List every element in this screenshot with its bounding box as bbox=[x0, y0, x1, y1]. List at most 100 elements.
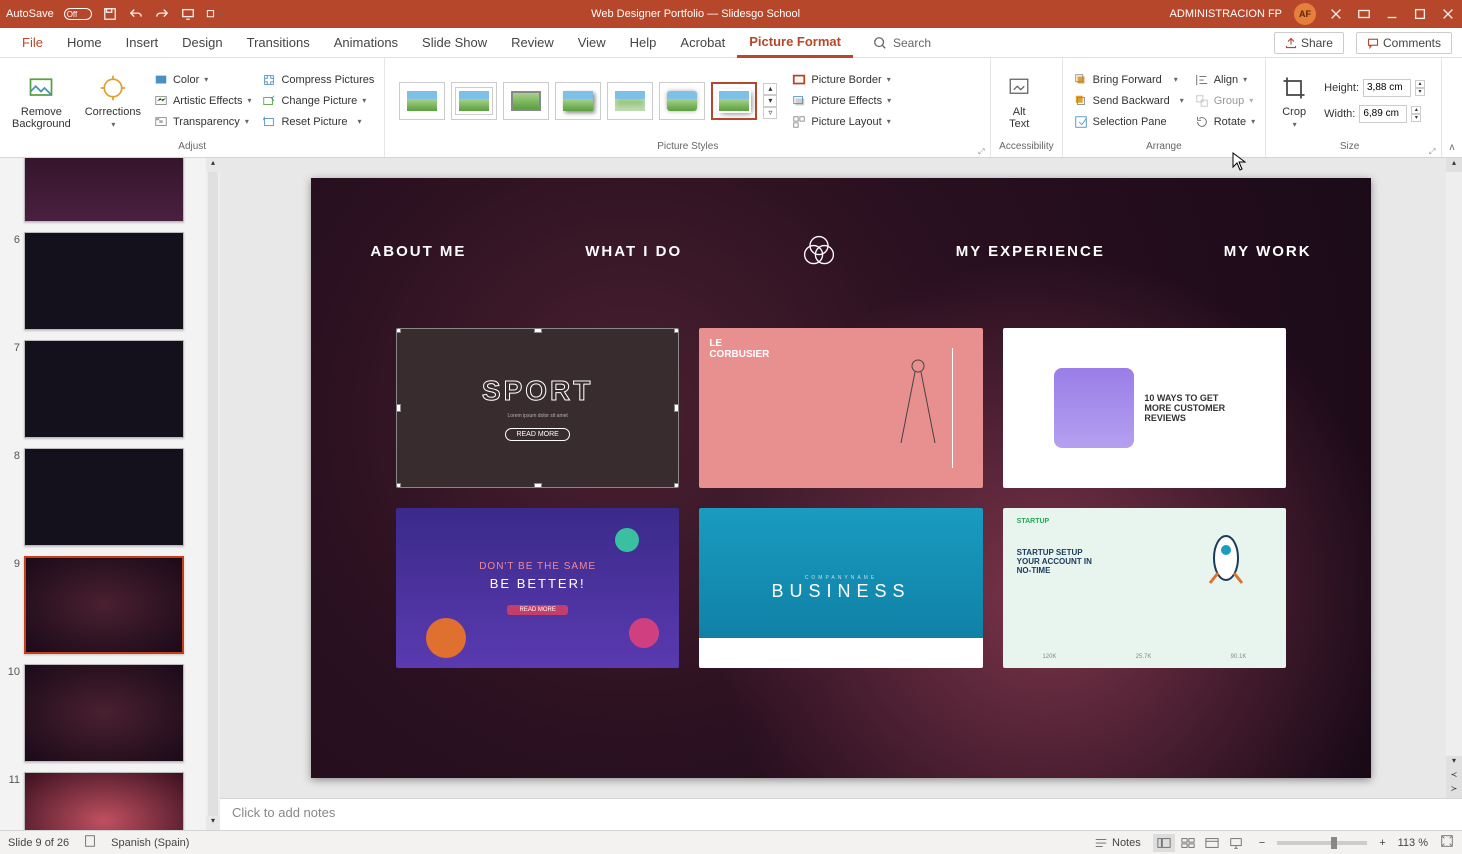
picture-layout-button[interactable]: Picture Layout▾ bbox=[789, 113, 893, 131]
card-corbusier[interactable]: LE CORBUSIER bbox=[699, 328, 982, 488]
share-button[interactable]: Share bbox=[1274, 32, 1344, 54]
color-button[interactable]: Color▾ bbox=[151, 71, 254, 89]
reading-view-icon[interactable] bbox=[1201, 834, 1223, 852]
autosave-toggle[interactable]: Off bbox=[64, 8, 92, 20]
tab-design[interactable]: Design bbox=[170, 28, 234, 57]
tab-review[interactable]: Review bbox=[499, 28, 566, 57]
save-icon[interactable] bbox=[102, 6, 118, 22]
accessibility-icon[interactable] bbox=[83, 834, 97, 851]
style-item-5[interactable] bbox=[607, 82, 653, 120]
zoom-in-icon[interactable]: + bbox=[1379, 837, 1385, 849]
thumb-scrollbar[interactable]: ▴▾ bbox=[206, 158, 220, 830]
style-item-7[interactable] bbox=[711, 82, 757, 120]
card-reviews[interactable]: 10 WAYS TO GET MORE CUSTOMER REVIEWS bbox=[1003, 328, 1286, 488]
slide-nav: ABOUT ME WHAT I DO MY EXPERIENCE MY WORK bbox=[311, 233, 1371, 269]
thumb-10[interactable] bbox=[24, 664, 184, 762]
tab-help[interactable]: Help bbox=[618, 28, 669, 57]
ribbon-mode-icon[interactable] bbox=[1356, 6, 1372, 22]
style-item-1[interactable] bbox=[399, 82, 445, 120]
thumb-11[interactable] bbox=[24, 772, 184, 830]
minimize-icon[interactable] bbox=[1384, 6, 1400, 22]
canvas-scrollbar[interactable]: ▴▾ ≺≻ bbox=[1446, 158, 1462, 798]
thumb-6[interactable] bbox=[24, 232, 184, 330]
selection-pane-button[interactable]: Selection Pane bbox=[1071, 113, 1186, 131]
notes-toggle[interactable]: Notes bbox=[1094, 836, 1141, 850]
collapse-ribbon-icon[interactable]: ʌ bbox=[1450, 142, 1455, 153]
tab-slideshow[interactable]: Slide Show bbox=[410, 28, 499, 57]
normal-view-icon[interactable] bbox=[1153, 834, 1175, 852]
tab-insert[interactable]: Insert bbox=[114, 28, 171, 57]
zoom-slider[interactable] bbox=[1277, 841, 1367, 845]
tab-animations[interactable]: Animations bbox=[322, 28, 410, 57]
thumb-9[interactable] bbox=[24, 556, 184, 654]
styles-gallery[interactable]: ▴▾▿ bbox=[393, 76, 783, 126]
card-sport[interactable]: SPORT Lorem ipsum dolor sit amet READ MO… bbox=[396, 328, 679, 488]
thumb-8[interactable] bbox=[24, 448, 184, 546]
from-beginning-icon[interactable] bbox=[180, 6, 196, 22]
alt-text-button[interactable]: Alt Text bbox=[999, 70, 1039, 132]
gallery-scroll[interactable]: ▴▾▿ bbox=[763, 83, 777, 119]
rotate-button[interactable]: Rotate▾ bbox=[1192, 113, 1257, 131]
style-item-4[interactable] bbox=[555, 82, 601, 120]
crop-button[interactable]: Crop▾ bbox=[1274, 70, 1314, 131]
picture-border-button[interactable]: Picture Border▾ bbox=[789, 71, 893, 89]
width-spinner[interactable]: ▴▾ bbox=[1411, 106, 1421, 122]
slide-canvas[interactable]: ABOUT ME WHAT I DO MY EXPERIENCE MY WORK bbox=[311, 178, 1371, 778]
slide-indicator[interactable]: Slide 9 of 26 bbox=[8, 837, 69, 849]
close-icon[interactable] bbox=[1440, 6, 1456, 22]
redo-icon[interactable] bbox=[154, 6, 170, 22]
zoom-level[interactable]: 113 % bbox=[1398, 837, 1428, 849]
thumb-5[interactable] bbox=[24, 158, 184, 222]
group-adjust: Remove Background Corrections▾ Color▾ Ar… bbox=[0, 58, 385, 157]
reset-picture-button[interactable]: Reset Picture▾ bbox=[259, 113, 376, 131]
user-avatar[interactable]: AF bbox=[1294, 3, 1316, 25]
compress-pictures-button[interactable]: Compress Pictures bbox=[259, 71, 376, 89]
size-launcher-icon[interactable]: ⤢ bbox=[1429, 147, 1439, 157]
bring-forward-button[interactable]: Bring Forward▾ bbox=[1071, 71, 1186, 89]
nav-what: WHAT I DO bbox=[585, 243, 682, 260]
send-backward-button[interactable]: Send Backward▾ bbox=[1071, 92, 1186, 110]
card-business[interactable]: COMPANYNAME BUSINESS bbox=[699, 508, 982, 668]
ribbon-display-icon[interactable] bbox=[1328, 6, 1344, 22]
transparency-button[interactable]: Transparency▾ bbox=[151, 113, 254, 131]
sorter-view-icon[interactable] bbox=[1177, 834, 1199, 852]
view-buttons bbox=[1153, 834, 1247, 852]
canvas-wrap: ABOUT ME WHAT I DO MY EXPERIENCE MY WORK bbox=[220, 158, 1462, 830]
corrections-button[interactable]: Corrections▾ bbox=[81, 70, 145, 131]
tab-picture-format[interactable]: Picture Format bbox=[737, 29, 853, 58]
fit-to-window-icon[interactable] bbox=[1440, 834, 1454, 851]
notes-pane[interactable]: Click to add notes bbox=[220, 798, 1462, 830]
height-input[interactable] bbox=[1363, 79, 1411, 97]
language-indicator[interactable]: Spanish (Spain) bbox=[111, 837, 189, 849]
style-item-6[interactable] bbox=[659, 82, 705, 120]
qat-more-icon[interactable]: ▾ bbox=[206, 6, 222, 22]
remove-background-button[interactable]: Remove Background bbox=[8, 70, 75, 132]
nav-exp: MY EXPERIENCE bbox=[956, 243, 1105, 260]
tab-file[interactable]: File bbox=[10, 28, 55, 57]
picture-effects-button[interactable]: Picture Effects▾ bbox=[789, 92, 893, 110]
align-button[interactable]: Align▾ bbox=[1192, 71, 1257, 89]
group-label-size: Size bbox=[1274, 139, 1425, 153]
thumb-7[interactable] bbox=[24, 340, 184, 438]
width-input[interactable] bbox=[1359, 105, 1407, 123]
change-picture-button[interactable]: Change Picture▾ bbox=[259, 92, 376, 110]
zoom-out-icon[interactable]: − bbox=[1259, 837, 1265, 849]
style-item-2[interactable] bbox=[451, 82, 497, 120]
maximize-icon[interactable] bbox=[1412, 6, 1428, 22]
ribbon: Remove Background Corrections▾ Color▾ Ar… bbox=[0, 58, 1462, 158]
style-item-3[interactable] bbox=[503, 82, 549, 120]
tab-transitions[interactable]: Transitions bbox=[235, 28, 322, 57]
artistic-effects-button[interactable]: Artistic Effects▾ bbox=[151, 92, 254, 110]
tab-acrobat[interactable]: Acrobat bbox=[668, 28, 737, 57]
tab-home[interactable]: Home bbox=[55, 28, 114, 57]
styles-launcher-icon[interactable]: ⤢ bbox=[978, 147, 988, 157]
comments-button[interactable]: Comments bbox=[1356, 32, 1452, 54]
height-spinner[interactable]: ▴▾ bbox=[1415, 80, 1425, 96]
undo-icon[interactable] bbox=[128, 6, 144, 22]
card-space[interactable]: DON'T BE THE SAME BE BETTER! READ MORE bbox=[396, 508, 679, 668]
tab-view[interactable]: View bbox=[566, 28, 618, 57]
slideshow-view-icon[interactable] bbox=[1225, 834, 1247, 852]
group-button[interactable]: Group▾ bbox=[1192, 92, 1257, 110]
card-startup[interactable]: STARTUP STARTUP SETUP YOUR ACCOUNT IN NO… bbox=[1003, 508, 1286, 668]
search-box[interactable]: Search bbox=[873, 36, 931, 50]
